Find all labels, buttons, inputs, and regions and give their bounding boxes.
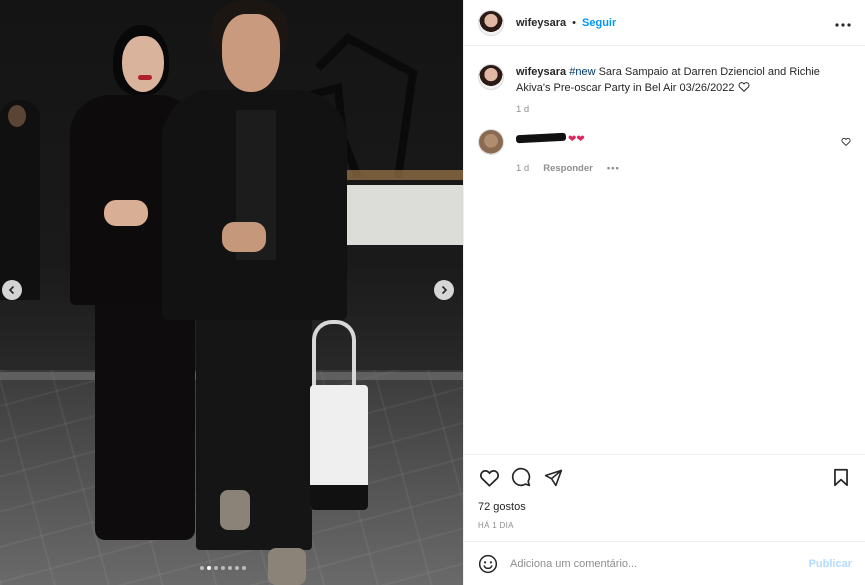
heart-icon — [479, 469, 499, 487]
background-person — [0, 100, 40, 300]
caption-meta: 1 d — [516, 104, 851, 115]
post-actions-section: 72 gostos HÁ 1 DIA — [464, 454, 865, 530]
man-hand — [222, 222, 266, 252]
header-separator: • — [572, 16, 577, 29]
heart-emoji-icon — [738, 82, 750, 92]
post-side-panel: wifeysara • Seguir wifeysara #new Sara S… — [463, 0, 865, 585]
background-person-head — [8, 105, 26, 127]
author-username[interactable]: wifeysara — [516, 17, 566, 29]
post-header: wifeysara • Seguir — [464, 0, 865, 46]
comment-like-button[interactable] — [841, 133, 851, 151]
comment-more-button[interactable]: ••• — [607, 163, 620, 174]
woman-trousers — [95, 290, 195, 540]
more-options-button[interactable] — [835, 14, 851, 32]
man-shoe-left — [220, 490, 250, 530]
comment-emoji: ❤❤ — [568, 134, 585, 145]
man-trousers — [196, 300, 312, 550]
carousel-dot — [200, 566, 204, 570]
woman-lips — [138, 75, 152, 80]
comments-section: wifeysara #new Sara Sampaio at Darren Dz… — [464, 46, 865, 454]
carousel-dot — [235, 566, 239, 570]
share-button[interactable] — [542, 466, 564, 488]
post-photo[interactable] — [0, 0, 463, 585]
background-light — [330, 170, 463, 180]
chevron-left-icon — [8, 285, 15, 295]
comment-bubble-icon — [511, 467, 531, 487]
comment-input[interactable] — [510, 557, 809, 570]
caption-username[interactable]: wifeysara — [516, 66, 566, 78]
save-button[interactable] — [830, 466, 852, 488]
comment-item: ❤❤ — [478, 129, 851, 155]
carousel-indicator — [200, 566, 246, 570]
comment-age[interactable]: 1 d — [516, 163, 529, 174]
background-wall — [335, 185, 463, 245]
more-horizontal-icon — [835, 22, 851, 27]
bookmark-icon — [834, 468, 848, 486]
carousel-next-button[interactable] — [434, 280, 454, 300]
post-timestamp[interactable]: HÁ 1 DIA — [478, 521, 852, 530]
smiley-icon — [478, 554, 498, 573]
carousel-prev-button[interactable] — [2, 280, 22, 300]
follow-button[interactable]: Seguir — [582, 17, 616, 29]
like-count[interactable]: 72 gostos — [478, 501, 852, 513]
paper-plane-icon — [544, 469, 562, 486]
comment-button[interactable] — [510, 466, 532, 488]
publish-button[interactable]: Publicar — [809, 558, 852, 570]
comment-composer: Publicar — [464, 541, 865, 585]
like-button[interactable] — [478, 466, 500, 488]
tote-bag-bottom — [310, 485, 368, 510]
emoji-button[interactable] — [478, 554, 498, 574]
heart-outline-icon — [841, 137, 851, 147]
woman-face — [122, 36, 164, 92]
carousel-dot — [228, 566, 232, 570]
carousel-dot — [207, 566, 211, 570]
carousel-dot — [214, 566, 218, 570]
carousel-dot — [242, 566, 246, 570]
caption-age[interactable]: 1 d — [516, 104, 529, 115]
carousel-dot — [221, 566, 225, 570]
author-avatar[interactable] — [478, 9, 504, 36]
caption-text: wifeysara #new Sara Sampaio at Darren Dz… — [516, 64, 836, 96]
comment-meta: 1 d Responder ••• — [516, 163, 851, 174]
reply-button[interactable]: Responder — [543, 163, 593, 174]
caption: wifeysara #new Sara Sampaio at Darren Dz… — [478, 64, 851, 96]
caption-author-avatar[interactable] — [478, 64, 504, 90]
chevron-right-icon — [441, 285, 448, 295]
man-face — [222, 14, 280, 92]
comment-body: ❤❤ — [515, 129, 585, 147]
action-bar — [478, 465, 852, 489]
woman-hands — [104, 200, 148, 226]
caption-hashtag[interactable]: #new — [569, 66, 595, 78]
man-shoe-right — [268, 548, 306, 585]
commenter-avatar[interactable] — [478, 129, 504, 155]
redacted-username — [515, 132, 567, 144]
